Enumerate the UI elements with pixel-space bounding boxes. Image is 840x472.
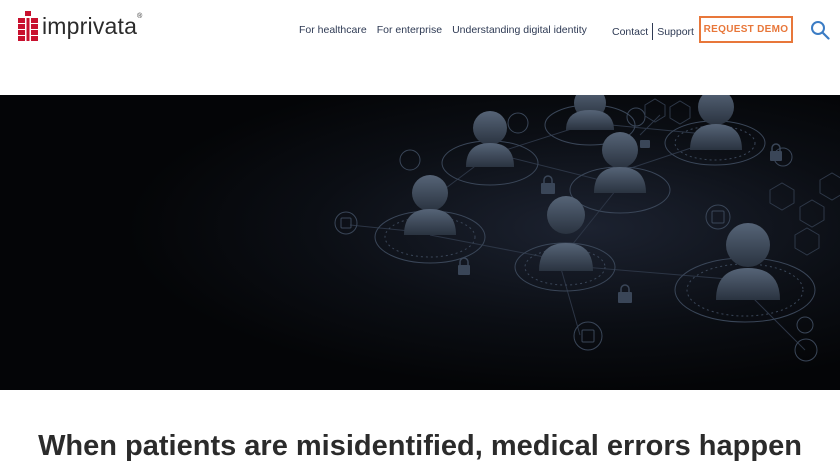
- nav-understanding-digital-identity[interactable]: Understanding digital identity: [452, 23, 587, 37]
- nav-for-healthcare[interactable]: For healthcare: [299, 23, 367, 37]
- nav-for-enterprise[interactable]: For enterprise: [377, 23, 442, 37]
- page-headline: When patients are misidentified, medical…: [38, 430, 802, 462]
- logo-wordmark: imprivata: [42, 13, 138, 39]
- main-nav: For healthcare For enterprise Understand…: [299, 23, 587, 37]
- utility-divider: [652, 23, 654, 40]
- support-link[interactable]: Support: [657, 25, 694, 39]
- site-header: imprivata ® For healthcare For enterpris…: [0, 0, 840, 95]
- utility-nav: Contact Support: [612, 23, 694, 40]
- contact-link[interactable]: Contact: [612, 25, 648, 39]
- hero-network-illustration: [0, 95, 840, 390]
- request-demo-button[interactable]: REQUEST DEMO: [699, 16, 793, 43]
- search-icon[interactable]: [810, 20, 830, 40]
- hero-banner: [0, 95, 840, 390]
- logo-mark-icon: [18, 11, 38, 41]
- imprivata-logo[interactable]: imprivata ®: [18, 11, 142, 42]
- registered-mark: ®: [137, 13, 143, 20]
